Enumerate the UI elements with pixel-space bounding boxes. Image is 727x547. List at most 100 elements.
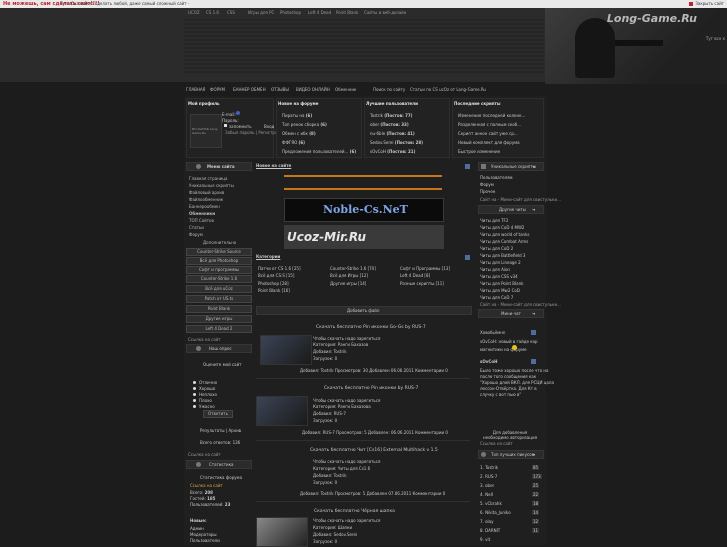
nav-home[interactable]: ГЛАВНАЯ [186,87,205,92]
category-link[interactable]: Другие игры [14] [330,281,366,286]
cheat-item[interactable]: Читы для Lineage 2 [480,260,521,265]
category-link[interactable]: Софт и Программы [13] [400,266,450,271]
sub-menu-item[interactable]: Другие игры [186,315,252,323]
top-row[interactable]: 4. NeX [480,492,493,497]
top-row[interactable]: 1. Tostrik [480,465,498,470]
cheat-item[interactable]: Читы для CoD 7 [480,295,513,300]
top-row[interactable]: 9. vit [480,537,490,542]
top-nav-item[interactable]: UCOZ [188,10,200,15]
sub-menu-item[interactable]: Patch от US.ts [186,295,252,303]
scripts-item[interactable]: Сайт на - Мини-сайт для свистульки... [480,197,561,202]
top-nav-item[interactable]: Photoshop [280,10,301,15]
site-logo[interactable]: Long-Game.Ru [607,12,697,25]
category-link[interactable]: Всё для Игры [12] [330,273,368,278]
arrow-icon[interactable]: ➜ [532,207,535,212]
poll-radio[interactable] [193,381,196,384]
nav-video[interactable]: ВИДЕО ОНЛАЙН [296,87,330,92]
arrow-icon[interactable]: ➜ [532,452,535,457]
scripts-item[interactable]: Форум [480,182,494,187]
file-title[interactable]: Скачать бесплатно Чит [Cs16] External Mu… [310,448,438,453]
nav-reviews[interactable]: ОТЗЫВЫ [271,87,289,92]
expand-icon[interactable] [531,359,536,364]
forum-item[interactable]: ФФГЯО (6) [282,140,305,145]
top-nav-item[interactable]: Игры для PC [248,10,274,15]
expand-icon[interactable] [465,255,470,260]
banner-noble[interactable]: Noble-Cs.NeT [284,198,444,222]
script-item[interactable]: Быстрое изменение [458,149,500,154]
script-item[interactable]: Скрипт аннон сайт уже ср... [458,131,518,136]
top-nav-item[interactable]: Сайты и веб-дизайн [364,10,406,15]
menu-item[interactable]: ТОП Сайтов [189,218,214,223]
cheat-item[interactable]: Читы для Battlefield 3 [480,253,525,258]
banner-ucoz[interactable]: Ucoz-Mir.Ru [284,225,444,249]
top-row[interactable]: 3. ober [480,483,494,488]
top-nav-item[interactable]: CSS [227,10,235,15]
file-thumbnail[interactable] [260,335,312,365]
poll-radio[interactable] [193,405,196,408]
user-item[interactable]: Sedov.Serei (Постов: 28) [370,140,423,145]
script-item[interactable]: Новый комплект для форума [458,140,520,145]
expand-icon[interactable] [531,330,536,335]
scripts-item[interactable]: Прочее [480,189,495,194]
site-link[interactable]: Ссылка на сайт [188,452,221,457]
cheat-item[interactable]: Читы для Mw2 CoD [480,288,520,293]
script-item[interactable]: Разделенная с полным скоб... [458,122,521,127]
top-nav-item[interactable]: Left 4 Dead [308,10,331,15]
nav-forum[interactable]: ФОРУМ [210,87,225,92]
ticker-close[interactable]: Закрыть сайт [689,1,724,6]
poll-results-link[interactable]: Результаты | Архив [200,428,241,433]
sub-menu-item[interactable]: Софт и программы [186,266,252,274]
menu-item[interactable]: Файлообменник [189,197,223,202]
scripts-item[interactable]: Пользователям [480,175,513,180]
poll-radio[interactable] [193,393,196,396]
user-item[interactable]: nu-6ble (Постов: 41) [370,131,415,136]
file-thumbnail[interactable] [256,517,308,547]
file-title[interactable]: Скачать бесплатно Pin иконки by RUS-7 [324,386,418,391]
nav-exchange[interactable]: Обменник [335,87,356,92]
top-row[interactable]: 2. RUS-7 [480,474,497,479]
user-item[interactable]: sOvCoH (Постов: 21) [370,149,415,154]
category-link[interactable]: Point Blank [16] [258,288,290,293]
poll-radio[interactable] [193,399,196,402]
category-link[interactable]: Photoshop [28] [258,281,289,286]
cheat-item[interactable]: Читы для CoD 2 [480,246,513,251]
top-nav-item[interactable]: CS 1.6 [206,10,219,15]
nav-banner[interactable]: БАННЕР ОБМЕН [233,87,266,92]
category-link[interactable]: Left 4 Dead [8] [400,273,430,278]
add-file-strip[interactable]: Добавить файл [256,306,472,315]
cheat-item[interactable]: Читы для Combat Arms [480,239,528,244]
forum-item[interactable]: Обмен с ибк (8) [282,131,316,136]
forum-item[interactable]: Топ ренок сборка (6) [282,122,327,127]
cheat-item[interactable]: Читы для Point Blank [480,281,523,286]
sub-menu-item[interactable]: Всё для uCoz [186,285,252,293]
cheat-item[interactable]: Читы для TF2 [480,218,508,223]
file-title[interactable]: Скачать бесплатно Pin иконки Go-Gs by RU… [316,325,426,330]
sub-menu-item[interactable]: Counter-Strike Source [186,248,252,256]
cheat-item[interactable]: Сайт на - Мини-сайт для свистульки... [480,302,561,307]
stats-new-item[interactable]: Модераторы [190,532,217,537]
poll-radio[interactable] [193,387,196,390]
site-link[interactable]: Ссылка на сайт [188,337,221,342]
nav-articles[interactable]: Статьи по CS ucOz от Long-Game.Ru [410,87,486,92]
script-item[interactable]: Изменение последней колонк... [458,113,525,118]
sub-menu-item[interactable]: Left 4 Dead 2 [186,325,252,333]
expand-icon[interactable] [465,164,470,169]
menu-item[interactable]: Главная страница [189,176,227,181]
menu-item[interactable]: Файловый архив [189,190,224,195]
menu-item-active[interactable]: Обменники [189,211,215,216]
top-row[interactable]: 6. Nikita_Juniko [480,510,511,515]
sub-menu-item[interactable]: Всё для Photoshop [186,257,252,265]
stats-link[interactable]: Ссылка на сайт [190,483,223,488]
file-thumbnail[interactable] [256,396,308,426]
user-item[interactable]: ober (Постов: 33) [370,122,409,127]
stats-new-item[interactable]: Админ [190,526,204,531]
login-button[interactable]: Вход [264,124,274,129]
sub-menu-item[interactable]: Counter-Strike 1.6 [186,275,252,283]
menu-item[interactable]: Статьи [189,225,204,230]
stats-new-item[interactable]: Пользователи [190,538,220,543]
cheat-item[interactable]: Читы для Aion [480,267,510,272]
menu-item[interactable]: Уникальные скрипты [189,183,234,188]
forum-item[interactable]: Предложения пользователей... (6) [282,149,356,154]
user-item[interactable]: Tostrik (Постов: 77) [370,113,413,118]
close-icon[interactable] [689,2,694,6]
